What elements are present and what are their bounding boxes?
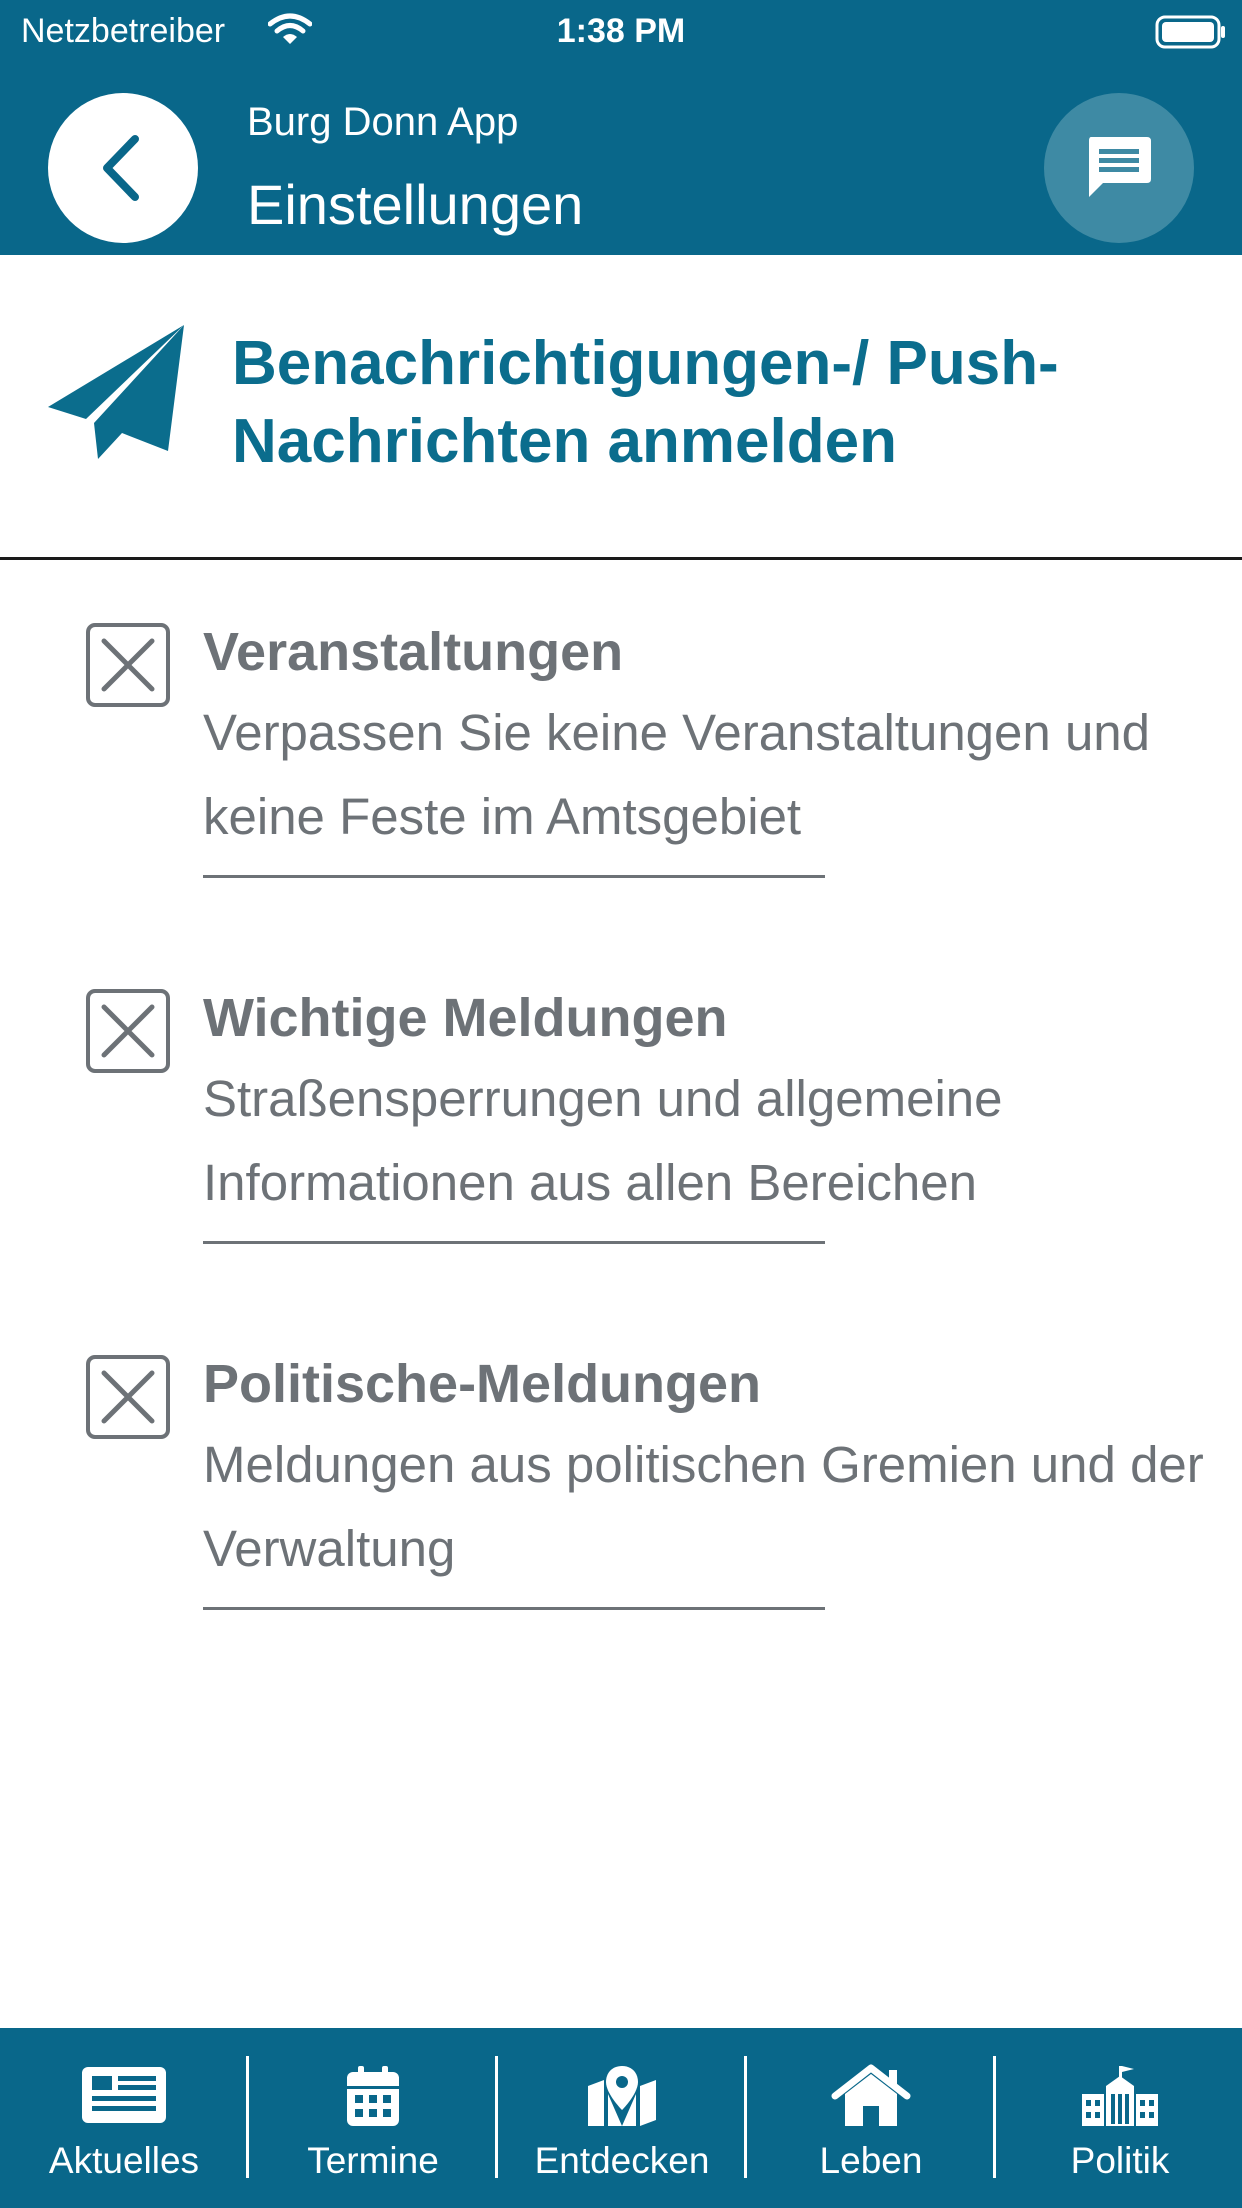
option-divider [203, 1241, 825, 1244]
calendar-icon [249, 2064, 497, 2128]
chevron-left-icon [103, 135, 139, 201]
town-hall-icon [996, 2064, 1242, 2128]
checkbox[interactable] [86, 1355, 170, 1439]
tab-label: Leben [819, 2140, 923, 2181]
option-divider [203, 875, 825, 878]
tab-termine[interactable]: Termine [249, 2028, 497, 2208]
status-time: 1:38 PM [556, 12, 686, 50]
battery-icon [1155, 15, 1227, 54]
tab-entdecken[interactable]: Entdecken [498, 2028, 746, 2208]
status-bar: Netzbetreiber 1:38 PM [0, 0, 1242, 62]
newspaper-icon [0, 2064, 248, 2126]
home-icon [747, 2064, 995, 2128]
app-header: Netzbetreiber 1:38 PM Burg Donn App Eins… [0, 0, 1242, 255]
checkbox[interactable] [86, 989, 170, 1073]
map-pin-icon [498, 2064, 746, 2128]
checkbox[interactable] [86, 623, 170, 707]
option-description: Meldungen aus politischen Gremien und de… [203, 1436, 1204, 1577]
tab-label: Aktuelles [48, 2140, 200, 2181]
x-mark-icon [101, 1370, 155, 1424]
tab-politik[interactable]: Politik [996, 2028, 1242, 2208]
option-veranstaltungen[interactable]: Veranstaltungen Verpassen Sie keine Vera… [0, 603, 1242, 903]
option-title: Wichtige Meldungen [203, 988, 728, 1048]
x-mark-icon [101, 1004, 155, 1058]
page-title: Einstellungen [247, 173, 584, 236]
option-description: Verpassen Sie keine Veranstaltungen und … [203, 704, 1151, 845]
tab-label: Entdecken [534, 2140, 710, 2181]
option-wichtige-meldungen[interactable]: Wichtige Meldungen Straßensperrungen und… [0, 969, 1242, 1269]
chat-button[interactable] [1044, 93, 1194, 243]
tab-bar: Aktuelles Termine Entdecken Leben Politi… [0, 2028, 1242, 2208]
option-title: Veranstaltungen [203, 622, 624, 682]
app-name: Burg Donn App [247, 100, 519, 144]
x-mark-icon [101, 638, 155, 692]
section-title: Benachrichtigungen-/ Push-Nachrichten an… [232, 329, 1059, 476]
back-button[interactable] [48, 93, 198, 243]
paper-plane-icon [46, 323, 186, 468]
tab-aktuelles[interactable]: Aktuelles [0, 2028, 248, 2208]
option-description: Straßensperrungen und allgemeine Informa… [203, 1070, 1003, 1211]
option-divider [203, 1607, 825, 1610]
option-title: Politische-Meldungen [203, 1354, 762, 1414]
option-politische-meldungen[interactable]: Politische-Meldungen Meldungen aus polit… [0, 1335, 1242, 1635]
tab-label: Termine [307, 2140, 439, 2181]
tab-label: Politik [1070, 2140, 1170, 2181]
chat-icon [1089, 137, 1151, 197]
tab-leben[interactable]: Leben [747, 2028, 995, 2208]
section-divider [0, 557, 1242, 560]
